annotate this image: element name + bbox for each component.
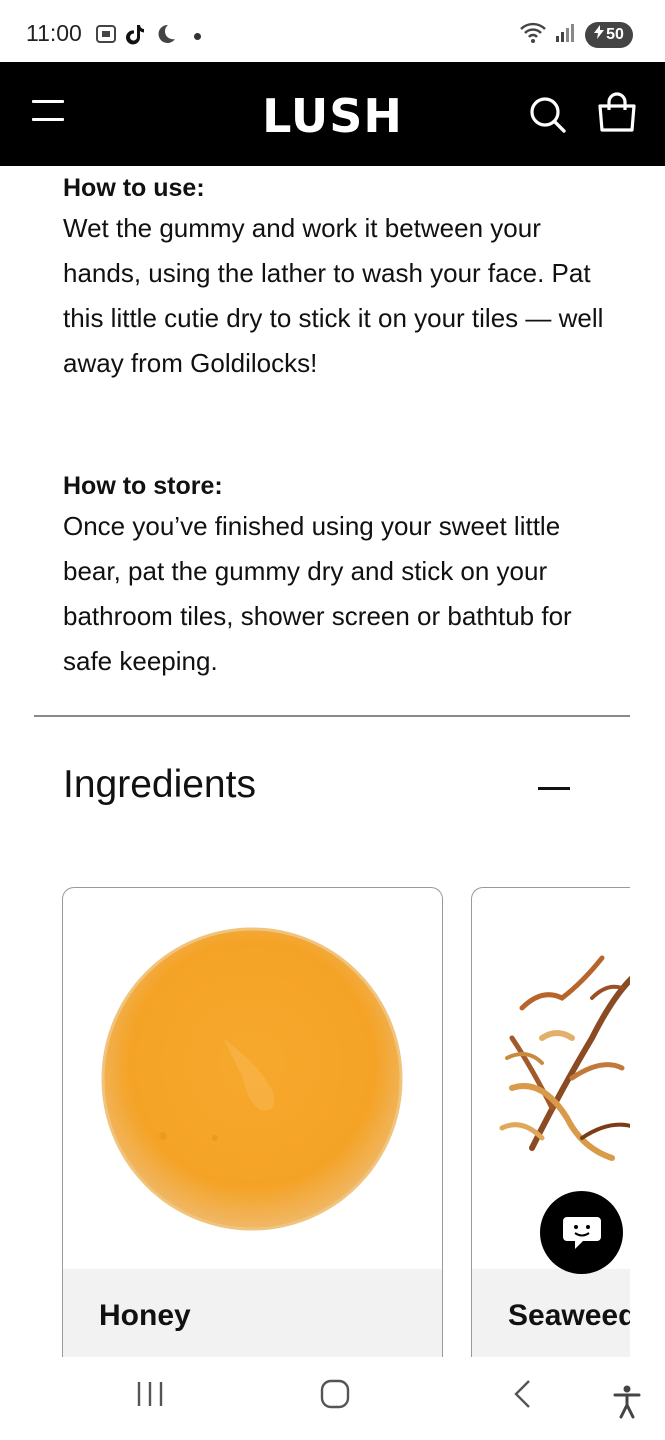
search-icon[interactable] (528, 95, 568, 135)
tiktok-icon (124, 22, 148, 51)
home-button[interactable] (320, 1379, 350, 1414)
notification-dot (194, 33, 201, 40)
collapse-minus-icon[interactable] (538, 787, 570, 790)
honey-image (101, 927, 403, 1231)
signal-icon (555, 21, 577, 48)
status-system-icons: 50 (519, 20, 633, 49)
how-to-use-title: How to use: (63, 174, 205, 202)
chat-icon (562, 1216, 601, 1249)
status-notification-icons (94, 22, 201, 51)
ingredient-card-seaweed[interactable]: Seaweed (471, 887, 652, 1357)
battery-level: 50 (606, 25, 624, 43)
chat-button[interactable] (540, 1191, 623, 1274)
how-to-store-text: Once you’ve finished using your sweet li… (63, 511, 572, 676)
status-bar: 11:00 50 (0, 0, 665, 62)
recent-apps-button[interactable] (136, 1379, 164, 1414)
screenshot-icon (94, 22, 118, 51)
battery-indicator: 50 (585, 21, 633, 48)
how-to-store-title: How to store: (63, 472, 223, 500)
ingredient-label-area: Seaweed (472, 1269, 651, 1357)
charging-icon (594, 25, 605, 44)
system-navigation-bar (0, 1357, 665, 1440)
carousel-clip-edge (630, 870, 665, 1370)
section-divider (34, 715, 630, 717)
back-button[interactable] (510, 1379, 534, 1414)
shopping-bag-icon[interactable] (596, 92, 638, 134)
ingredient-name: Honey (99, 1299, 191, 1332)
ingredients-heading[interactable]: Ingredients (63, 763, 256, 807)
wifi-icon (519, 20, 547, 49)
accessibility-icon[interactable] (612, 1385, 642, 1424)
how-to-use-section: How to use: Wet the gummy and work it be… (63, 173, 623, 386)
do-not-disturb-icon (154, 22, 178, 51)
status-time: 11:00 (26, 20, 82, 46)
site-header: LUSH (0, 62, 665, 166)
ingredient-name: Seaweed (508, 1299, 637, 1332)
how-to-use-text: Wet the gummy and work it between your h… (63, 213, 604, 378)
ingredient-label-area: Honey (63, 1269, 442, 1357)
ingredient-card-honey[interactable]: Honey (62, 887, 443, 1357)
how-to-store-section: How to store: Once you’ve finished using… (63, 471, 623, 684)
